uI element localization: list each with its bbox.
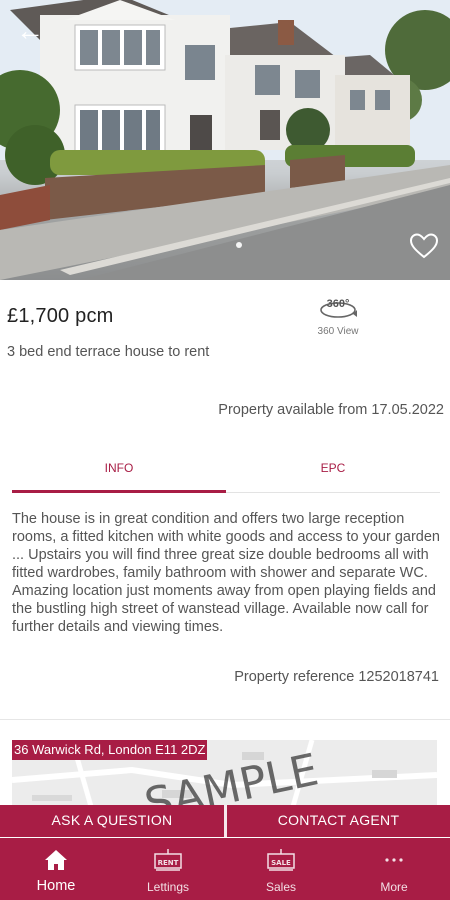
nav-item-home[interactable]: Home	[0, 838, 112, 900]
tab-epc[interactable]: EPC	[226, 455, 440, 493]
back-arrow-icon[interactable]: ←	[16, 16, 46, 46]
nav-item-sales[interactable]: SALE Sales	[225, 838, 337, 900]
availability-date: Property available from 17.05.2022	[218, 402, 444, 418]
property-description: The house is in great condition and offe…	[12, 511, 440, 635]
more-dots-icon	[385, 858, 403, 862]
home-icon	[45, 850, 67, 870]
tab-info[interactable]: INFO	[12, 455, 226, 493]
ask-question-button[interactable]: ASK A QUESTION	[0, 805, 224, 835]
house-illustration	[0, 0, 450, 280]
nav-label-more: More	[380, 880, 408, 894]
sale-sign-icon: SALE	[267, 849, 295, 871]
sale-sign-text: SALE	[271, 859, 291, 867]
rent-sign-icon: RENT	[154, 849, 182, 871]
listing-subtitle: 3 bed end terrace house to rent	[7, 344, 210, 360]
property-photo[interactable]: ←	[0, 0, 450, 280]
360-view-button[interactable]: 360° 360 View	[310, 290, 366, 344]
address-label: 36 Warwick Rd, London E11 2DZ	[12, 740, 208, 760]
360-badge-text: 360°	[327, 298, 350, 310]
nav-label-home: Home	[36, 878, 76, 894]
nav-item-more[interactable]: More	[338, 838, 450, 900]
contact-agent-button[interactable]: CONTACT AGENT	[227, 805, 450, 835]
listing-price: £1,700 pcm	[7, 305, 114, 327]
rent-sign-text: RENT	[158, 859, 179, 867]
360-view-label: 360 View	[317, 326, 359, 337]
bottom-navigation: Home RENT Lettings SALE Sales More	[0, 838, 450, 900]
section-divider	[0, 719, 450, 720]
action-bar: ASK A QUESTION CONTACT AGENT	[0, 805, 450, 837]
nav-label-sales: Sales	[265, 880, 297, 894]
heart-icon[interactable]	[408, 230, 440, 262]
nav-label-lettings: Lettings	[146, 880, 190, 894]
photo-pager-dot	[236, 242, 242, 248]
360-view-icon: 360°	[320, 298, 357, 318]
nav-item-lettings[interactable]: RENT Lettings	[112, 838, 224, 900]
property-reference: Property reference 1252018741	[234, 669, 439, 685]
detail-tabs: INFO EPC	[12, 455, 440, 493]
